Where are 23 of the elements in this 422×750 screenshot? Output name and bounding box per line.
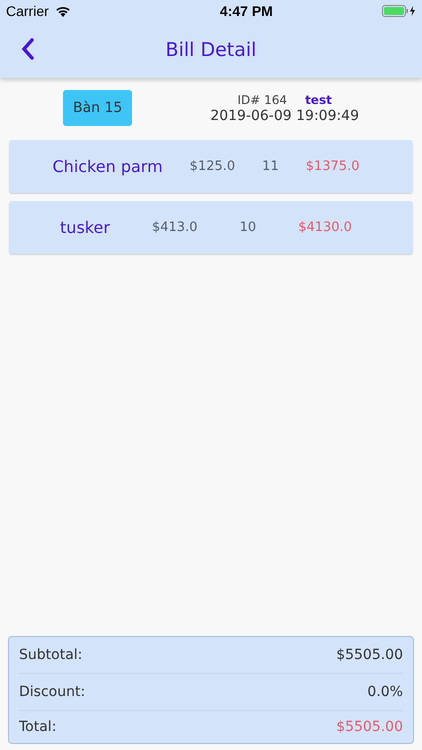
wifi-icon [54, 5, 71, 17]
summary-label: Total: [19, 719, 56, 735]
item-price: $413.0 [152, 220, 198, 235]
carrier-label: Carrier [6, 3, 49, 19]
user-name: test [305, 92, 332, 106]
status-time: 4:47 PM [220, 3, 273, 19]
summary-label: Subtotal: [19, 647, 82, 663]
battery-icon [382, 5, 416, 17]
item-name: Chicken parm [52, 157, 163, 176]
item-quantity: 11 [262, 159, 279, 174]
item-price: $125.0 [190, 159, 236, 174]
summary-value: 0.0% [367, 684, 403, 700]
table-button[interactable]: Bàn 15 [62, 90, 132, 126]
summary-value: $5505.00 [336, 719, 403, 735]
item-total: $1375.0 [306, 159, 360, 174]
summary-value: $5505.00 [336, 647, 403, 663]
summary-label: Discount: [19, 684, 86, 700]
item-quantity: 10 [240, 220, 256, 235]
item-total: $4130.0 [298, 220, 352, 235]
page-title: Bill Detail [166, 39, 256, 61]
item-name: tusker [60, 218, 110, 237]
bill-id: ID# 164 [238, 92, 288, 106]
bill-datetime: 2019-06-09 19:09:49 [210, 108, 360, 124]
